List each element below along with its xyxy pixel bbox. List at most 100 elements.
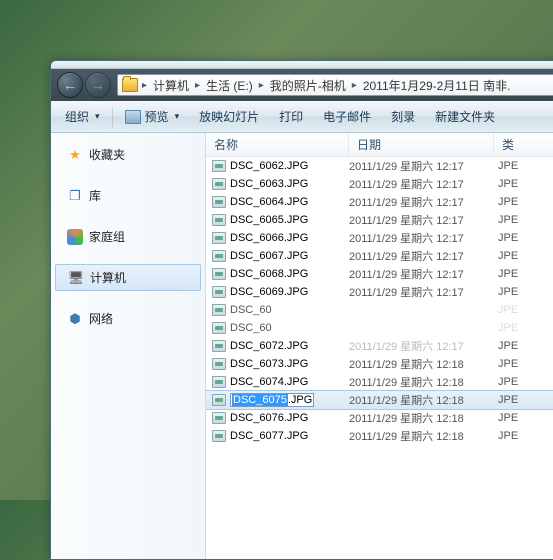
navbar: ← → ▸ 计算机 ▸ 生活 (E:) ▸ 我的照片-相机 ▸ 2011年1月2… bbox=[51, 69, 553, 101]
image-file-icon bbox=[212, 376, 226, 388]
file-type: JPE bbox=[494, 232, 553, 244]
preview-button[interactable]: 预览 ▾ bbox=[115, 105, 190, 128]
sidebar-computer[interactable]: 🖥 计算机 bbox=[55, 264, 201, 291]
preview-icon bbox=[125, 110, 141, 124]
file-date: 2011/1/29 星期六 12:18 bbox=[349, 374, 494, 390]
file-rows[interactable]: DSC_6062.JPG2011/1/29 星期六 12:17JPEDSC_60… bbox=[206, 157, 553, 559]
file-row[interactable]: DSC_6077.JPG2011/1/29 星期六 12:18JPE bbox=[206, 427, 553, 445]
file-date: 2011/1/29 星期六 12:17 bbox=[349, 338, 494, 354]
image-file-icon bbox=[212, 340, 226, 352]
file-type: JPE bbox=[494, 250, 553, 262]
file-row[interactable]: DSC_6076.JPG2011/1/29 星期六 12:18JPE bbox=[206, 409, 553, 427]
file-name: DSC_60 bbox=[230, 322, 272, 334]
image-file-icon bbox=[212, 250, 226, 262]
file-row[interactable]: DSC_60JPE bbox=[206, 319, 553, 337]
file-row[interactable]: DSC_6067.JPG 2011/1/29 星期六 12:17JPE bbox=[206, 247, 553, 265]
column-headers: 名称 日期 类 bbox=[206, 133, 553, 157]
burn-button[interactable]: 刻录 bbox=[381, 105, 425, 128]
file-type: JPE bbox=[494, 196, 553, 208]
file-date: 2011/1/29 星期六 12:17 bbox=[349, 284, 494, 300]
file-type: JPE bbox=[494, 214, 553, 226]
file-name: DSC_6063.JPG bbox=[230, 178, 308, 190]
breadcrumb-segment[interactable]: 2011年1月29-2月11日 南非. bbox=[359, 75, 515, 95]
image-file-icon bbox=[212, 358, 226, 370]
forward-button[interactable]: → bbox=[85, 72, 111, 98]
file-row[interactable]: DSC_60 JPE bbox=[206, 301, 553, 319]
file-row[interactable]: DSC_6069.JPG2011/1/29 星期六 12:17JPE bbox=[206, 283, 553, 301]
chevron-right-icon[interactable]: ▸ bbox=[257, 80, 266, 91]
breadcrumb-segment[interactable]: 生活 (E:) bbox=[202, 75, 257, 95]
file-name: DSC_6067.JPG bbox=[230, 250, 308, 262]
column-name[interactable]: 名称 bbox=[206, 133, 349, 156]
print-button[interactable]: 打印 bbox=[269, 105, 313, 128]
file-type: JPE bbox=[494, 376, 553, 388]
image-file-icon bbox=[212, 286, 226, 298]
file-name: DSC_6073.JPG bbox=[230, 358, 308, 370]
file-date: 2011/1/29 星期六 12:17 bbox=[349, 176, 494, 192]
chevron-right-icon[interactable]: ▸ bbox=[350, 80, 359, 91]
file-row[interactable]: DSC_6063.JPG 2011/1/29 星期六 12:17JPE bbox=[206, 175, 553, 193]
file-row[interactable]: DSC_6064.JPG2011/1/29 星期六 12:17JPE bbox=[206, 193, 553, 211]
file-type: JPE bbox=[494, 160, 553, 172]
organize-button[interactable]: 组织 bbox=[55, 105, 110, 128]
sidebar-label: 计算机 bbox=[90, 269, 126, 286]
sidebar-homegroup[interactable]: 家庭组 bbox=[51, 223, 205, 250]
file-date: 2011/1/29 星期六 12:17 bbox=[349, 266, 494, 282]
file-type: JPE bbox=[494, 178, 553, 190]
file-row[interactable]: DSC_6068.JPG2011/1/29 星期六 12:17JPE bbox=[206, 265, 553, 283]
sidebar-label: 收藏夹 bbox=[89, 146, 125, 163]
homegroup-icon bbox=[67, 229, 83, 245]
file-row[interactable]: DSC_6065.JPG2011/1/29 星期六 12:17JPE bbox=[206, 211, 553, 229]
file-date: 2011/1/29 星期六 12:18 bbox=[349, 428, 494, 444]
file-type: JPE bbox=[494, 340, 553, 352]
sidebar-favorites[interactable]: ★ 收藏夹 bbox=[51, 141, 205, 168]
file-name: DSC_6076.JPG bbox=[230, 412, 308, 424]
file-row[interactable]: DSC_6066.JPG2011/1/29 星期六 12:17JPE bbox=[206, 229, 553, 247]
breadcrumb-segment[interactable]: 计算机 bbox=[149, 75, 193, 95]
email-button[interactable]: 电子邮件 bbox=[313, 105, 381, 128]
file-row[interactable]: DSC_6075.JPG 2011/1/29 星期六 12:18JPE bbox=[206, 391, 553, 409]
titlebar[interactable] bbox=[51, 61, 553, 69]
image-file-icon bbox=[212, 412, 226, 424]
file-date: 2011/1/29 星期六 12:17 bbox=[349, 158, 494, 174]
file-row[interactable]: DSC_6062.JPG2011/1/29 星期六 12:17JPE bbox=[206, 157, 553, 175]
toolbar: 组织 预览 ▾ 放映幻灯片 打印 电子邮件 刻录 新建文件夹 bbox=[51, 101, 553, 133]
sidebar-network[interactable]: ⬢ 网络 bbox=[51, 305, 205, 332]
file-name: DSC_6064.JPG bbox=[230, 196, 308, 208]
rename-input[interactable]: DSC_6075.JPG bbox=[230, 393, 314, 407]
content-area: ★ 收藏夹 ❐ 库 家庭组 🖥 计算机 ⬢ 网络 bbox=[51, 133, 553, 559]
file-row[interactable]: DSC_6074.JPG2011/1/29 星期六 12:18JPE bbox=[206, 373, 553, 391]
separator bbox=[112, 107, 113, 127]
file-row[interactable]: DSC_6072.JPG2011/1/29 星期六 12:17JPE bbox=[206, 337, 553, 355]
file-type: JPE bbox=[494, 304, 553, 316]
newfolder-button[interactable]: 新建文件夹 bbox=[425, 105, 505, 128]
back-button[interactable]: ← bbox=[57, 72, 83, 98]
file-type: JPE bbox=[494, 394, 553, 406]
file-name: DSC_60 bbox=[230, 304, 272, 316]
image-file-icon bbox=[212, 394, 226, 406]
file-date: 2011/1/29 星期六 12:18 bbox=[349, 392, 494, 408]
explorer-window: ← → ▸ 计算机 ▸ 生活 (E:) ▸ 我的照片-相机 ▸ 2011年1月2… bbox=[50, 60, 553, 560]
file-name: DSC_6066.JPG bbox=[230, 232, 308, 244]
image-file-icon bbox=[212, 322, 226, 334]
computer-icon: 🖥 bbox=[68, 270, 84, 286]
breadcrumb[interactable]: ▸ 计算机 ▸ 生活 (E:) ▸ 我的照片-相机 ▸ 2011年1月29-2月… bbox=[117, 74, 553, 96]
breadcrumb-segment[interactable]: 我的照片-相机 bbox=[266, 75, 350, 95]
file-date: 2011/1/29 星期六 12:17 bbox=[349, 248, 494, 264]
sidebar-libraries[interactable]: ❐ 库 bbox=[51, 182, 205, 209]
chevron-right-icon[interactable]: ▸ bbox=[140, 80, 149, 91]
image-file-icon bbox=[212, 196, 226, 208]
chevron-down-icon: ▾ bbox=[175, 111, 180, 122]
sidebar-label: 家庭组 bbox=[89, 228, 125, 245]
slideshow-button[interactable]: 放映幻灯片 bbox=[189, 105, 269, 128]
preview-label: 预览 bbox=[145, 108, 169, 125]
chevron-right-icon[interactable]: ▸ bbox=[193, 80, 202, 91]
file-name: DSC_6077.JPG bbox=[230, 430, 308, 442]
column-type[interactable]: 类 bbox=[494, 133, 553, 156]
column-date[interactable]: 日期 bbox=[349, 133, 494, 156]
file-list-area: 名称 日期 类 DSC_6062.JPG2011/1/29 星期六 12:17J… bbox=[206, 133, 553, 559]
file-row[interactable]: DSC_6073.JPG2011/1/29 星期六 12:18JPE bbox=[206, 355, 553, 373]
network-icon: ⬢ bbox=[67, 311, 83, 327]
sidebar-label: 网络 bbox=[89, 310, 113, 327]
image-file-icon bbox=[212, 160, 226, 172]
